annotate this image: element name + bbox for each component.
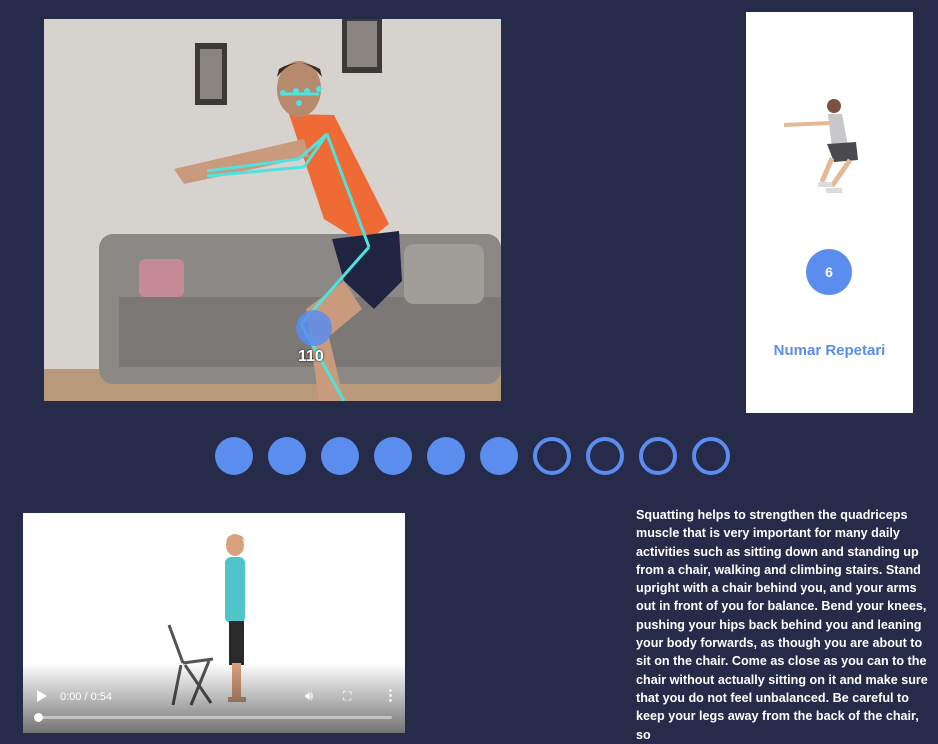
progress-dot-pending xyxy=(586,437,624,475)
repetition-label: Numar Repetari xyxy=(773,342,886,359)
play-icon[interactable] xyxy=(37,690,47,702)
fullscreen-icon[interactable]: ⛶ xyxy=(343,689,351,704)
progress-dot-complete xyxy=(374,437,412,475)
exercise-description: Squatting helps to strengthen the quadri… xyxy=(636,508,928,742)
seek-knob[interactable] xyxy=(34,713,43,722)
squat-figure-icon xyxy=(783,99,858,193)
progress-dot-complete xyxy=(321,437,359,475)
camera-scene xyxy=(44,19,501,401)
more-options-icon[interactable]: ⋮ xyxy=(383,686,398,704)
video-time: 0:00 / 0:54 xyxy=(60,691,112,703)
knee-angle-value: 110 xyxy=(298,348,324,365)
volume-icon[interactable]: 🔊︎ xyxy=(305,688,313,704)
progress-dot-complete xyxy=(480,437,518,475)
progress-dot-complete xyxy=(427,437,465,475)
camera-feed: 110 xyxy=(44,19,501,401)
progress-dot-complete xyxy=(215,437,253,475)
progress-dot-complete xyxy=(268,437,306,475)
progress-dot-pending xyxy=(533,437,571,475)
progress-dot-pending xyxy=(639,437,677,475)
repetition-card: 6 Numar Repetari xyxy=(746,12,913,413)
progress-dots xyxy=(215,437,730,475)
exercise-video[interactable]: 0:00 / 0:54 🔊︎ ⛶ ⋮ xyxy=(23,513,405,733)
progress-dot-pending xyxy=(692,437,730,475)
video-seek-bar[interactable] xyxy=(34,713,392,722)
repetition-count: 6 xyxy=(806,249,852,295)
